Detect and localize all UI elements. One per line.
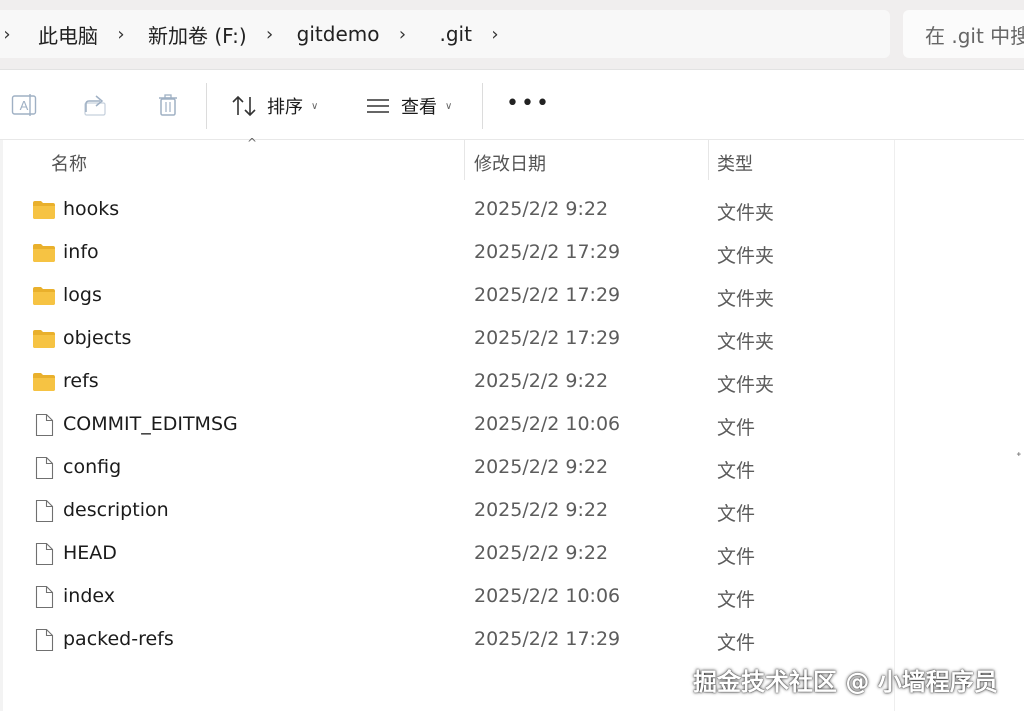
file-type: 文件夹 <box>717 331 775 353</box>
folder-icon <box>32 327 56 351</box>
folder-icon <box>32 370 56 394</box>
file-row[interactable]: description 2025/2/2 9:22 文件 <box>0 491 894 534</box>
toolbar-divider <box>482 83 483 129</box>
file-type: 文件夹 <box>717 245 775 267</box>
search-input[interactable]: 在 .git 中搜 <box>903 10 1024 58</box>
file-type: 文件夹 <box>717 374 775 396</box>
file-date: 2025/2/2 9:22 <box>474 370 609 392</box>
breadcrumb-separator[interactable]: › <box>395 24 409 45</box>
file-name: packed-refs <box>63 628 174 650</box>
file-date: 2025/2/2 9:22 <box>474 456 609 478</box>
file-row[interactable]: objects 2025/2/2 17:29 文件夹 <box>0 319 894 362</box>
toolbar-divider <box>206 83 207 129</box>
file-date: 2025/2/2 10:06 <box>474 413 621 435</box>
file-type: 文件 <box>717 460 756 482</box>
file-date: 2025/2/2 9:22 <box>474 499 609 521</box>
file-name: index <box>63 585 115 607</box>
file-date: 2025/2/2 10:06 <box>474 585 621 607</box>
svg-text:A: A <box>20 98 29 113</box>
breadcrumb-item-drive-f[interactable]: 新加卷 (F:) <box>138 20 257 49</box>
file-type: 文件 <box>717 632 756 654</box>
file-name: refs <box>63 370 99 392</box>
watermark: 掘金技术社区 @ 小墙程序员 <box>693 668 998 696</box>
column-divider[interactable] <box>464 140 465 180</box>
breadcrumb-separator[interactable]: › <box>114 24 128 45</box>
more-options-button[interactable]: ••• <box>506 91 551 116</box>
file-row[interactable]: HEAD 2025/2/2 9:22 文件 <box>0 534 894 577</box>
file-name: objects <box>63 327 132 349</box>
file-date: 2025/2/2 17:29 <box>474 241 621 263</box>
chevron-down-icon: ∨ <box>311 100 319 112</box>
file-date: 2025/2/2 17:29 <box>474 327 621 349</box>
breadcrumb-item-git[interactable]: .git <box>429 22 481 46</box>
file-type: 文件 <box>717 589 756 611</box>
column-divider <box>894 140 895 711</box>
file-row[interactable]: packed-refs 2025/2/2 17:29 文件 <box>0 620 894 663</box>
folder-icon <box>32 284 56 308</box>
file-name: config <box>63 456 122 478</box>
column-header-row: ^ 名称 修改日期 类型 <box>0 136 894 180</box>
column-header-name[interactable]: 名称 <box>51 150 87 176</box>
breadcrumb-item-gitdemo[interactable]: gitdemo <box>287 22 390 46</box>
file-date: 2025/2/2 17:29 <box>474 284 621 306</box>
file-name: info <box>63 241 99 263</box>
file-icon <box>32 456 56 480</box>
file-row[interactable]: hooks 2025/2/2 9:22 文件夹 <box>0 190 894 233</box>
rename-icon[interactable]: A <box>10 91 38 119</box>
file-date: 2025/2/2 9:22 <box>474 542 609 564</box>
file-icon <box>32 413 56 437</box>
breadcrumb-item-this-pc[interactable]: 此电脑 <box>28 20 108 49</box>
file-name: COMMIT_EDITMSG <box>63 413 238 435</box>
column-header-date[interactable]: 修改日期 <box>474 150 546 176</box>
file-type: 文件夹 <box>717 202 775 224</box>
sort-ascending-icon: ^ <box>247 136 258 150</box>
sort-label: 排序 <box>267 97 303 118</box>
file-icon <box>32 499 56 523</box>
sort-icon <box>232 95 256 117</box>
file-name: logs <box>63 284 102 306</box>
delete-icon[interactable] <box>154 91 182 119</box>
view-button[interactable]: 查看 ∨ <box>365 87 452 125</box>
file-icon <box>32 542 56 566</box>
breadcrumb[interactable]: › 此电脑 › 新加卷 (F:) › gitdemo › .git › <box>0 10 890 58</box>
file-type: 文件 <box>717 417 756 439</box>
command-bar: A 排序 ∨ 查看 ∨ ••• <box>0 71 1024 140</box>
breadcrumb-separator[interactable]: › <box>488 24 502 45</box>
file-name: description <box>63 499 169 521</box>
file-list-pane: ^ 名称 修改日期 类型 hooks 2025/2/2 9:22 文件夹 info 20… <box>0 136 1024 711</box>
breadcrumb-separator[interactable]: › <box>0 24 14 45</box>
file-name: hooks <box>63 198 120 220</box>
file-name: HEAD <box>63 542 117 564</box>
file-row[interactable]: refs 2025/2/2 9:22 文件夹 <box>0 362 894 405</box>
file-type: 文件 <box>717 546 756 568</box>
view-icon <box>367 99 389 113</box>
file-type: 文件夹 <box>717 288 775 310</box>
file-row[interactable]: logs 2025/2/2 17:29 文件夹 <box>0 276 894 319</box>
share-icon[interactable] <box>82 91 110 119</box>
file-icon <box>32 628 56 652</box>
file-row[interactable]: index 2025/2/2 10:06 文件 <box>0 577 894 620</box>
sort-button[interactable]: 排序 ∨ <box>231 87 318 125</box>
file-date: 2025/2/2 17:29 <box>474 628 621 650</box>
file-date: 2025/2/2 9:22 <box>474 198 609 220</box>
file-type: 文件 <box>717 503 756 525</box>
file-row[interactable]: COMMIT_EDITMSG 2025/2/2 10:06 文件 <box>0 405 894 448</box>
column-header-type[interactable]: 类型 <box>717 150 753 176</box>
column-divider[interactable] <box>708 140 709 180</box>
view-label: 查看 <box>401 97 437 118</box>
breadcrumb-separator[interactable]: › <box>263 24 277 45</box>
folder-icon <box>32 241 56 265</box>
address-bar-row: › 此电脑 › 新加卷 (F:) › gitdemo › .git › 在 .g… <box>0 0 1024 70</box>
file-icon <box>32 585 56 609</box>
file-row[interactable]: info 2025/2/2 17:29 文件夹 <box>0 233 894 276</box>
edge-glyph: ᐩ <box>1016 450 1022 466</box>
folder-icon <box>32 198 56 222</box>
file-row[interactable]: config 2025/2/2 9:22 文件 <box>0 448 894 491</box>
chevron-down-icon: ∨ <box>445 100 453 112</box>
